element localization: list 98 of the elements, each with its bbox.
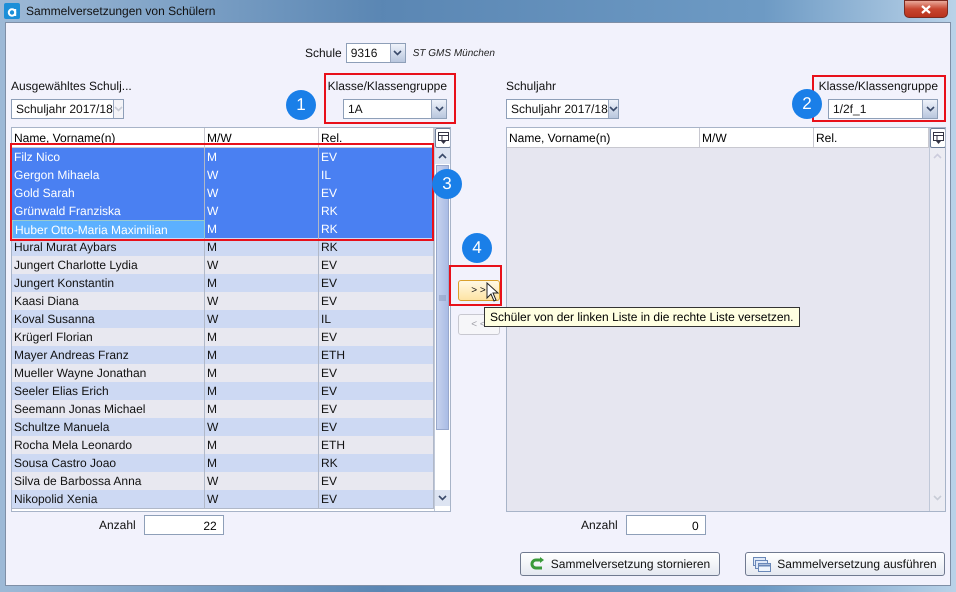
table-cell[interactable]: Koval Susanna (12, 310, 205, 329)
table-cell[interactable]: M (205, 346, 319, 365)
column-chooser-button[interactable] (930, 128, 945, 148)
school-year-label: Schuljahr (506, 79, 556, 93)
table-cell[interactable]: EV (319, 184, 434, 203)
app-logo-icon (4, 3, 20, 19)
table-cell[interactable]: Grünwald Franziska (12, 202, 205, 221)
chevron-down-icon (608, 106, 618, 112)
table-cell[interactable]: Rocha Mela Leonardo (12, 436, 205, 455)
class-label: Klasse/Klassengruppe (328, 79, 447, 93)
table-cell[interactable]: M (205, 148, 319, 167)
table-cell[interactable]: Seemann Jonas Michael (12, 400, 205, 419)
scrollbar[interactable] (434, 128, 450, 511)
step-badge: 2 (792, 89, 822, 119)
table-cell[interactable]: EV (319, 148, 434, 167)
action-button[interactable]: Sammelversetzung stornieren (520, 552, 720, 576)
table-cell[interactable]: Jungert Konstantin (12, 274, 205, 293)
step-badge: 4 (462, 233, 492, 263)
chevron-down-icon (434, 106, 444, 112)
table-cell[interactable]: EV (319, 400, 434, 419)
table-cell[interactable]: W (205, 166, 319, 185)
step-badge: 1 (286, 90, 316, 120)
table-cell[interactable]: M (205, 400, 319, 419)
table-cell[interactable]: W (205, 256, 319, 275)
table-cell[interactable]: ETH (319, 346, 434, 365)
table-cell[interactable]: Gold Sarah (12, 184, 205, 203)
table-cell[interactable]: RK (319, 454, 434, 473)
close-icon (921, 4, 931, 14)
table-cell[interactable]: Schultze Manuela (12, 418, 205, 437)
chevron-down-icon (933, 495, 942, 501)
table-cell[interactable]: Krügerl Florian (12, 328, 205, 347)
scrollbar[interactable] (929, 128, 945, 511)
table-cell[interactable]: Silva de Barbossa Anna (12, 472, 205, 491)
table-cell[interactable]: Filz Nico (12, 148, 205, 167)
table-cell[interactable]: W (205, 472, 319, 491)
class-dropdown[interactable]: 1A (343, 99, 447, 119)
stacked-windows-icon (753, 556, 772, 572)
school-label: Schule (305, 46, 342, 60)
table-cell[interactable]: EV (319, 328, 434, 347)
mouse-pointer-icon (486, 282, 499, 302)
table-cell[interactable]: M (205, 382, 319, 401)
table-cell[interactable]: EV (319, 364, 434, 383)
table-cell[interactable]: IL (319, 310, 434, 329)
table-cell[interactable]: Kaasi Diana (12, 292, 205, 311)
close-button[interactable] (904, 0, 948, 18)
table-cell[interactable]: Sousa Castro Joao (12, 454, 205, 473)
table-cell[interactable]: M (205, 364, 319, 383)
tooltip: Schüler von der linken Liste in die rechte Liste versetzen. (484, 307, 800, 327)
table-cell[interactable]: W (205, 202, 319, 221)
table-cell[interactable]: M (205, 274, 319, 293)
column-header[interactable]: Name, Vorname(n) (507, 128, 700, 148)
count-field: 0 (626, 515, 706, 535)
table-cell[interactable]: EV (319, 274, 434, 293)
table-cell[interactable]: Gergon Mihaela (12, 166, 205, 185)
table-cell[interactable]: Mueller Wayne Jonathan (12, 364, 205, 383)
count-label: Anzahl (99, 518, 136, 532)
scrollbar-thumb[interactable] (436, 165, 449, 430)
table-cell[interactable]: Mayer Andreas Franz (12, 346, 205, 365)
table-cell[interactable]: EV (319, 490, 434, 509)
action-button[interactable]: Sammelversetzung ausführen (745, 552, 945, 576)
highlight-frame (449, 265, 502, 306)
count-field: 22 (144, 515, 224, 535)
undo-arrow-icon (530, 557, 545, 571)
school-year-label: Ausgewähltes Schulj... (11, 79, 132, 93)
table-cell[interactable]: EV (319, 256, 434, 275)
school-dropdown[interactable]: 9316 (346, 43, 406, 63)
chevron-down-icon (438, 495, 447, 501)
school-year-dropdown[interactable]: Schuljahr 2017/18 (11, 99, 124, 119)
table-cell[interactable]: M (205, 436, 319, 455)
table-cell[interactable]: EV (319, 418, 434, 437)
table-cell[interactable]: W (205, 292, 319, 311)
chevron-up-icon[interactable] (438, 153, 447, 159)
table-cell[interactable]: Seeler Elias Erich (12, 382, 205, 401)
chevron-down-icon (114, 106, 123, 112)
table-cell[interactable]: M (205, 220, 319, 240)
table-cell[interactable]: RK (319, 202, 434, 221)
count-label: Anzahl (581, 518, 618, 532)
table-cell[interactable]: IL (319, 166, 434, 185)
table-cell[interactable]: ETH (319, 436, 434, 455)
table-cell[interactable]: Jungert Charlotte Lydia (12, 256, 205, 275)
school-name: ST GMS München (412, 48, 495, 58)
table-cell[interactable]: EV (319, 292, 434, 311)
class-dropdown[interactable]: 1/2f_1 (828, 99, 938, 119)
table-cell[interactable]: EV (319, 382, 434, 401)
chevron-down-icon (926, 106, 934, 112)
chevron-down-icon (393, 50, 402, 56)
window-title: Sammelversetzungen von Schülern (26, 4, 216, 18)
school-year-dropdown[interactable]: Schuljahr 2017/18 (506, 99, 619, 119)
table-cell[interactable]: W (205, 310, 319, 329)
table-cell[interactable]: Nikopolid Xenia (12, 490, 205, 509)
table-cell[interactable]: M (205, 328, 319, 347)
table-cell[interactable]: EV (319, 472, 434, 491)
table-cell[interactable]: W (205, 418, 319, 437)
table-cell[interactable]: W (205, 490, 319, 509)
table-cell[interactable]: M (205, 454, 319, 473)
column-header[interactable]: M/W (700, 128, 814, 148)
column-chooser-button[interactable] (435, 128, 450, 148)
table-cell[interactable]: W (205, 184, 319, 203)
